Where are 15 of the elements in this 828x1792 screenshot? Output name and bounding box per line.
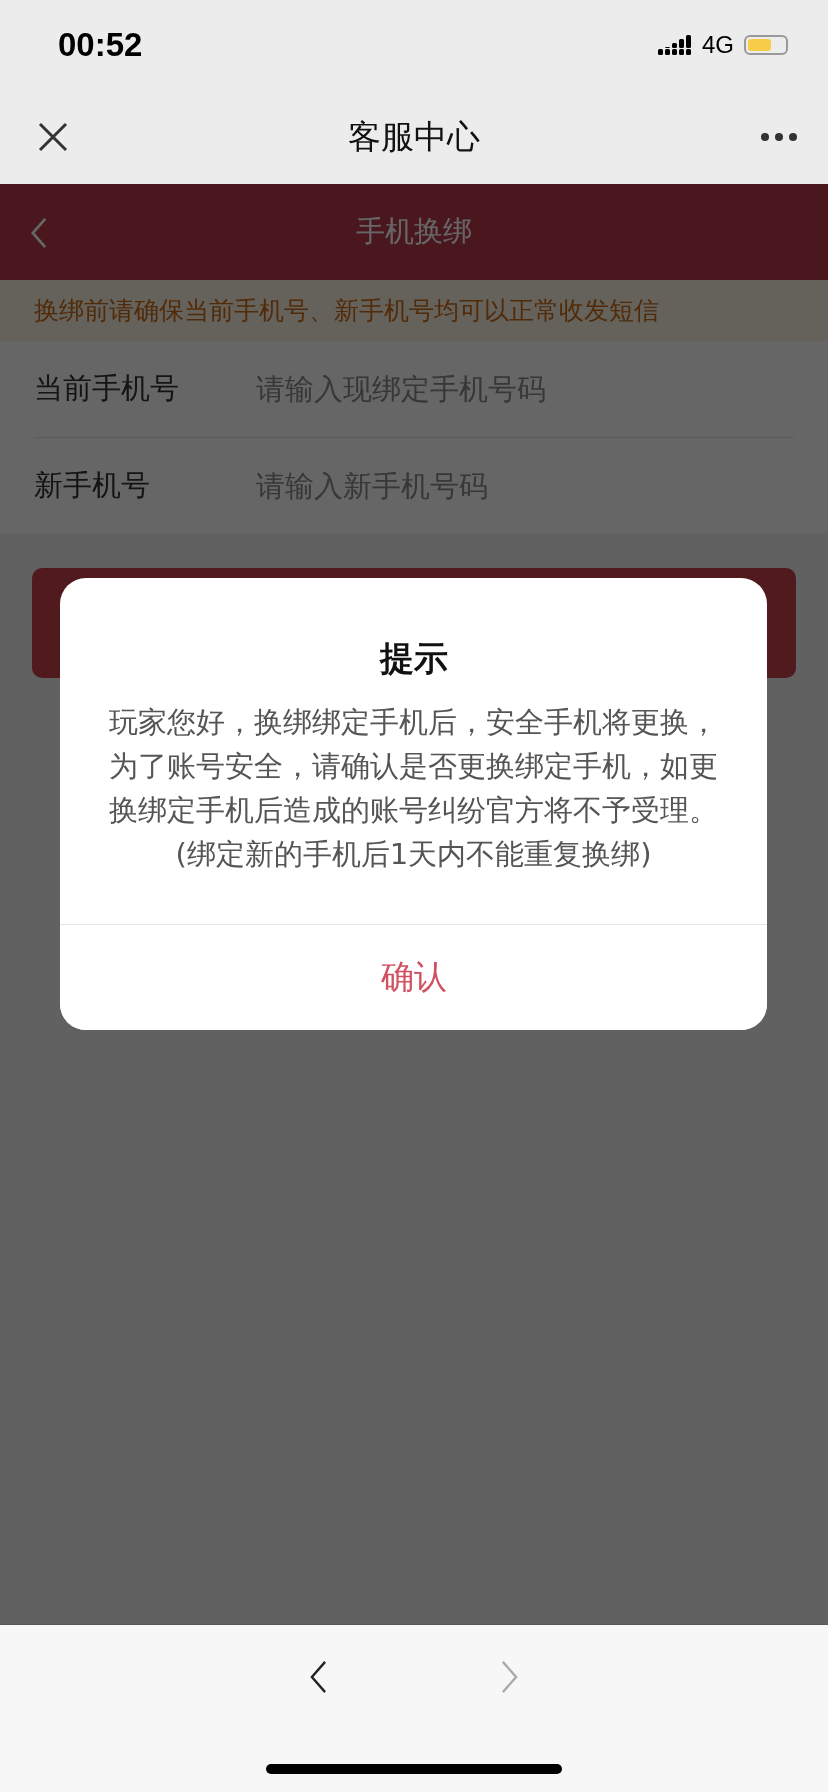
confirm-button[interactable]: 确认 xyxy=(60,924,767,1030)
back-icon[interactable] xyxy=(308,1660,329,1694)
more-icon[interactable] xyxy=(760,132,798,142)
close-icon[interactable] xyxy=(38,122,68,152)
signal-icon xyxy=(658,33,692,57)
clock-time: 00:52 xyxy=(58,26,143,64)
notice-text: 换绑前请确保当前手机号、新手机号均可以正常收发短信 xyxy=(0,280,828,341)
field-label: 当前手机号 xyxy=(34,370,180,407)
field-label: 新手机号 xyxy=(34,467,151,504)
dialog-title: 提示 xyxy=(379,637,448,680)
network-label: 4G xyxy=(702,31,734,59)
page-title: 客服中心 xyxy=(348,115,480,158)
header-title: 手机换绑 xyxy=(356,213,472,250)
dialog-message: 玩家您好，换绑绑定手机后，安全手机将更换，为了账号安全，请确认是否更换绑定手机，如更换绑定手机后造成的账号纠纷官方将不予受理。(绑定新的手机后1天内不能重复换绑) xyxy=(108,704,719,873)
battery-icon xyxy=(744,35,788,55)
